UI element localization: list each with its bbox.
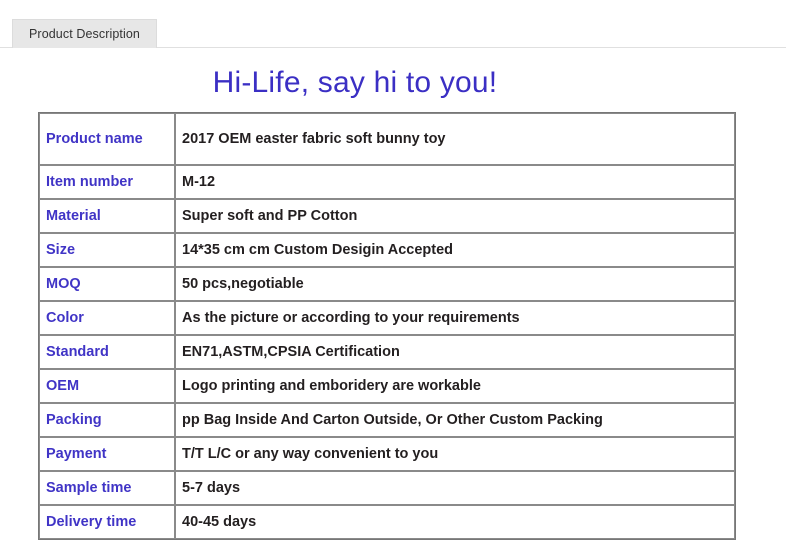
spec-value: As the picture or according to your requ… (175, 301, 735, 335)
spec-label: MOQ (39, 267, 175, 301)
spec-label: Sample time (39, 471, 175, 505)
tab-bar: Product Description (0, 0, 786, 48)
spec-value: 50 pcs,negotiable (175, 267, 735, 301)
tab-product-description[interactable]: Product Description (12, 19, 157, 48)
spec-value: Super soft and PP Cotton (175, 199, 735, 233)
product-spec-table-container: Product name 2017 OEM easter fabric soft… (38, 112, 736, 540)
table-row: Color As the picture or according to you… (39, 301, 735, 335)
spec-value: 2017 OEM easter fabric soft bunny toy (175, 113, 735, 165)
tab-label: Product Description (29, 27, 140, 41)
page-title: Hi-Life, say hi to you! (212, 66, 498, 99)
spec-label: Color (39, 301, 175, 335)
spec-label: Payment (39, 437, 175, 471)
table-row: Sample time 5-7 days (39, 471, 735, 505)
spec-value: T/T L/C or any way convenient to you (175, 437, 735, 471)
spec-label: OEM (39, 369, 175, 403)
table-row: Payment T/T L/C or any way convenient to… (39, 437, 735, 471)
spec-value: 5-7 days (175, 471, 735, 505)
spec-value: EN71,ASTM,CPSIA Certification (175, 335, 735, 369)
spec-label: Material (39, 199, 175, 233)
spec-label: Packing (39, 403, 175, 437)
spec-value: pp Bag Inside And Carton Outside, Or Oth… (175, 403, 735, 437)
spec-label: Product name (39, 113, 175, 165)
table-row: Material Super soft and PP Cotton (39, 199, 735, 233)
table-row: Standard EN71,ASTM,CPSIA Certification (39, 335, 735, 369)
spec-value: 14*35 cm cm Custom Desigin Accepted (175, 233, 735, 267)
spec-label: Delivery time (39, 505, 175, 539)
spec-value: Logo printing and emboridery are workabl… (175, 369, 735, 403)
table-row: MOQ 50 pcs,negotiable (39, 267, 735, 301)
table-row: Delivery time 40-45 days (39, 505, 735, 539)
table-row: Product name 2017 OEM easter fabric soft… (39, 113, 735, 165)
spec-label: Standard (39, 335, 175, 369)
table-row: Packing pp Bag Inside And Carton Outside… (39, 403, 735, 437)
spec-value: M-12 (175, 165, 735, 199)
product-spec-table: Product name 2017 OEM easter fabric soft… (38, 112, 736, 540)
spec-label: Size (39, 233, 175, 267)
table-row: Item number M-12 (39, 165, 735, 199)
table-row: Size 14*35 cm cm Custom Desigin Accepted (39, 233, 735, 267)
spec-label: Item number (39, 165, 175, 199)
product-spec-table-body: Product name 2017 OEM easter fabric soft… (39, 113, 735, 539)
spec-value: 40-45 days (175, 505, 735, 539)
table-row: OEM Logo printing and emboridery are wor… (39, 369, 735, 403)
